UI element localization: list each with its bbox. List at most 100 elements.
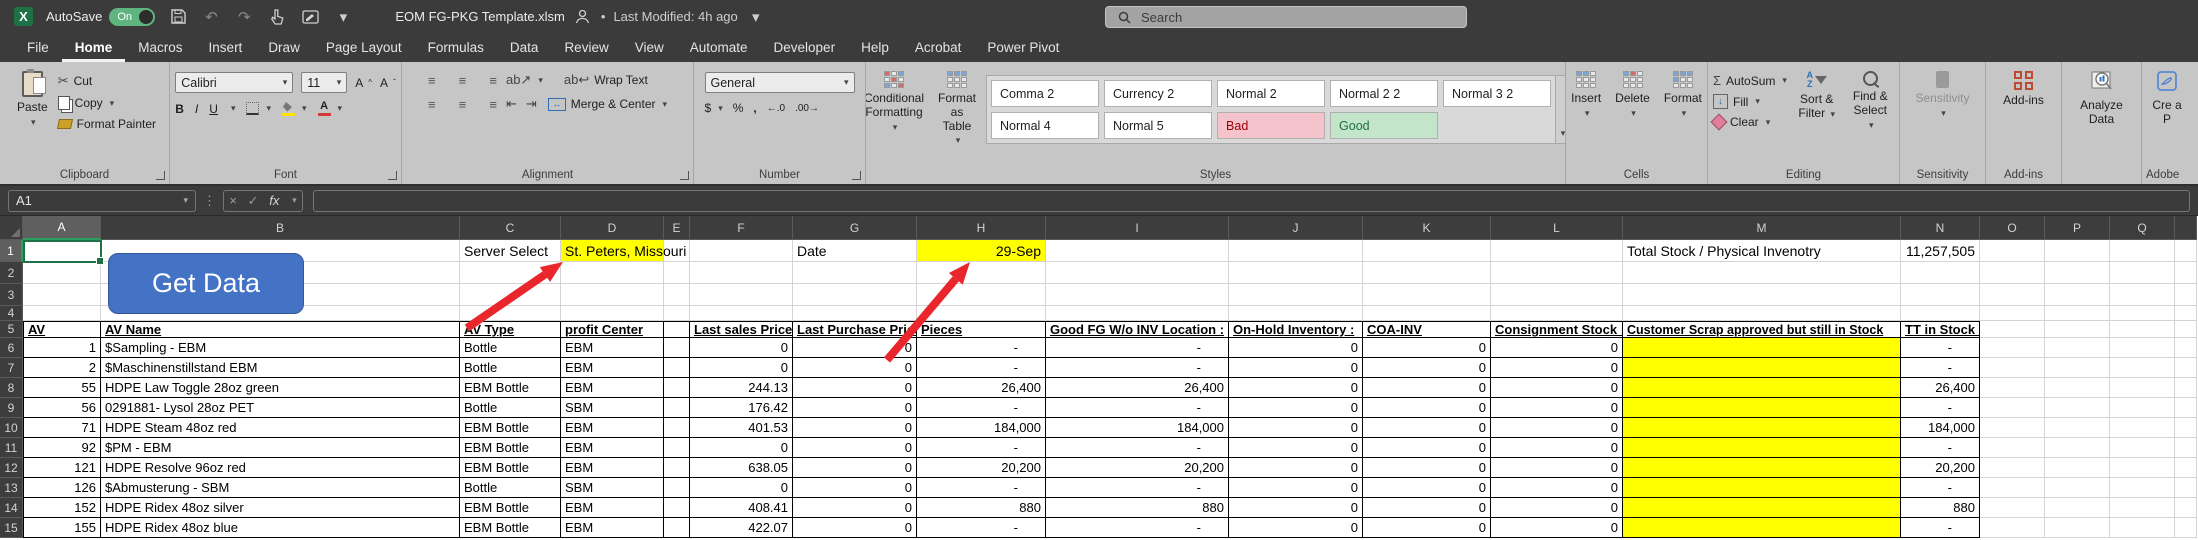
underline-button[interactable]: U — [209, 102, 218, 116]
column-header-P[interactable]: P — [2045, 216, 2110, 240]
cell[interactable] — [2045, 438, 2110, 458]
cell-pieces[interactable]: 184,000 — [917, 418, 1046, 438]
col-header-empty[interactable] — [664, 321, 690, 338]
merge-center-button[interactable]: ↔Merge & Center▾ — [548, 97, 667, 111]
cell[interactable] — [1229, 262, 1363, 284]
cell[interactable] — [2045, 284, 2110, 306]
cell-av-type[interactable]: Bottle — [460, 338, 561, 358]
format-painter-button[interactable]: Format Painter — [58, 117, 156, 131]
cell[interactable] — [2110, 284, 2175, 306]
cell-profit-center[interactable]: EBM — [561, 338, 664, 358]
cell[interactable] — [1623, 306, 1901, 321]
cell[interactable] — [793, 306, 917, 321]
row-header-5[interactable]: 5 — [0, 321, 23, 338]
cell[interactable] — [690, 284, 793, 306]
autosum-button[interactable]: ΣAutoSum▾ — [1713, 73, 1787, 88]
cut-button[interactable]: ✂Cut — [58, 73, 156, 89]
cell-customer-scrap[interactable] — [1623, 518, 1901, 538]
cell-av[interactable]: 155 — [23, 518, 101, 538]
cell-last-purchase-price[interactable]: 0 — [793, 418, 917, 438]
cell-customer-scrap[interactable] — [1623, 498, 1901, 518]
increase-indent-button[interactable]: ⇥ — [526, 96, 537, 112]
clipboard-dialog-launcher[interactable] — [156, 171, 165, 180]
row-header-8[interactable]: 8 — [0, 378, 23, 398]
cell-tt-in-stock[interactable]: 184,000 — [1901, 418, 1980, 438]
font-dialog-launcher[interactable] — [388, 171, 397, 180]
cell-av-name[interactable]: 0291881- Lysol 28oz PET — [101, 398, 460, 418]
cell-av-name[interactable]: $PM - EBM — [101, 438, 460, 458]
align-center-button[interactable]: ≡ — [454, 98, 471, 111]
cell-consignment[interactable]: 0 — [1491, 458, 1623, 478]
cell-av[interactable]: 121 — [23, 458, 101, 478]
cell[interactable] — [1901, 262, 1980, 284]
cell-on-hold[interactable]: 0 — [1229, 518, 1363, 538]
cell-K1[interactable] — [1363, 240, 1491, 262]
cell[interactable] — [1623, 284, 1901, 306]
tab-insert[interactable]: Insert — [196, 33, 256, 62]
column-header-L[interactable]: L — [1491, 216, 1623, 240]
column-header-N[interactable]: N — [1901, 216, 1980, 240]
cell-consignment[interactable]: 0 — [1491, 418, 1623, 438]
cell-customer-scrap[interactable] — [1623, 458, 1901, 478]
col-header-last-purchase-price[interactable]: Last Purchase Price — [793, 321, 917, 338]
cell-profit-center[interactable]: SBM — [561, 478, 664, 498]
cell-on-hold[interactable]: 0 — [1229, 398, 1363, 418]
cell[interactable] — [1901, 306, 1980, 321]
increase-decimal-button[interactable]: ←.0 — [767, 103, 785, 114]
cell-tt-in-stock[interactable]: - — [1901, 478, 1980, 498]
cell-on-hold[interactable]: 0 — [1229, 498, 1363, 518]
cell-pieces[interactable]: 26,400 — [917, 378, 1046, 398]
cell-last-sales-price[interactable]: 408.41 — [690, 498, 793, 518]
cell-last-purchase-price[interactable]: 0 — [793, 478, 917, 498]
cell[interactable] — [2175, 284, 2197, 306]
cell[interactable] — [2045, 398, 2110, 418]
col-header-profit-center[interactable]: profit Center — [561, 321, 664, 338]
select-all-corner[interactable] — [0, 216, 23, 240]
cell-pieces[interactable]: - — [917, 358, 1046, 378]
cell-av-type[interactable]: Bottle — [460, 358, 561, 378]
cell[interactable] — [664, 418, 690, 438]
align-bottom-button[interactable]: ≡ — [480, 74, 497, 87]
cell[interactable] — [1229, 306, 1363, 321]
cell-coa-inv[interactable]: 0 — [1363, 518, 1491, 538]
get-data-button[interactable]: Get Data — [108, 253, 304, 314]
cell[interactable] — [23, 284, 101, 306]
cell[interactable] — [2175, 240, 2197, 262]
touch-mouse-mode-button[interactable] — [267, 7, 287, 27]
cell[interactable] — [2175, 306, 2197, 321]
col-header-on-hold[interactable]: On-Hold Inventory : — [1229, 321, 1363, 338]
cell-tt-in-stock[interactable]: 20,200 — [1901, 458, 1980, 478]
cell[interactable] — [664, 518, 690, 538]
cell[interactable] — [2045, 498, 2110, 518]
cell[interactable] — [2110, 378, 2175, 398]
wrap-text-button[interactable]: ab↩Wrap Text — [564, 72, 648, 88]
cell-last-purchase-price[interactable]: 0 — [793, 438, 917, 458]
insert-cells-button[interactable]: Insert▾ — [1567, 67, 1605, 124]
style-currency-2[interactable]: Currency 2 — [1104, 80, 1212, 107]
cell-av-type[interactable]: Bottle — [460, 398, 561, 418]
create-pdf-button[interactable]: Cre a P — [2147, 67, 2187, 130]
cell-profit-center[interactable]: EBM — [561, 438, 664, 458]
cell-profit-center[interactable]: EBM — [561, 518, 664, 538]
cell-tt-in-stock[interactable]: 880 — [1901, 498, 1980, 518]
row-header-12[interactable]: 12 — [0, 458, 23, 478]
format-cells-button[interactable]: Format▾ — [1660, 67, 1706, 124]
cell[interactable] — [664, 262, 690, 284]
row-header-1[interactable]: 1 — [0, 240, 23, 262]
cell[interactable] — [1980, 458, 2045, 478]
column-header-partial[interactable] — [2175, 216, 2197, 240]
cell[interactable] — [664, 284, 690, 306]
cell[interactable] — [664, 458, 690, 478]
tab-help[interactable]: Help — [848, 33, 902, 62]
cell[interactable] — [1980, 398, 2045, 418]
align-top-button[interactable]: ≡ — [428, 74, 445, 87]
cell-J1[interactable] — [1229, 240, 1363, 262]
clear-button[interactable]: Clear▾ — [1713, 115, 1787, 129]
cell-good-fg[interactable]: - — [1046, 358, 1229, 378]
cell[interactable] — [561, 306, 664, 321]
save-button[interactable] — [168, 7, 188, 27]
cell[interactable] — [1491, 262, 1623, 284]
tab-macros[interactable]: Macros — [125, 33, 195, 62]
tab-review[interactable]: Review — [551, 33, 621, 62]
cell-last-purchase-price[interactable]: 0 — [793, 498, 917, 518]
